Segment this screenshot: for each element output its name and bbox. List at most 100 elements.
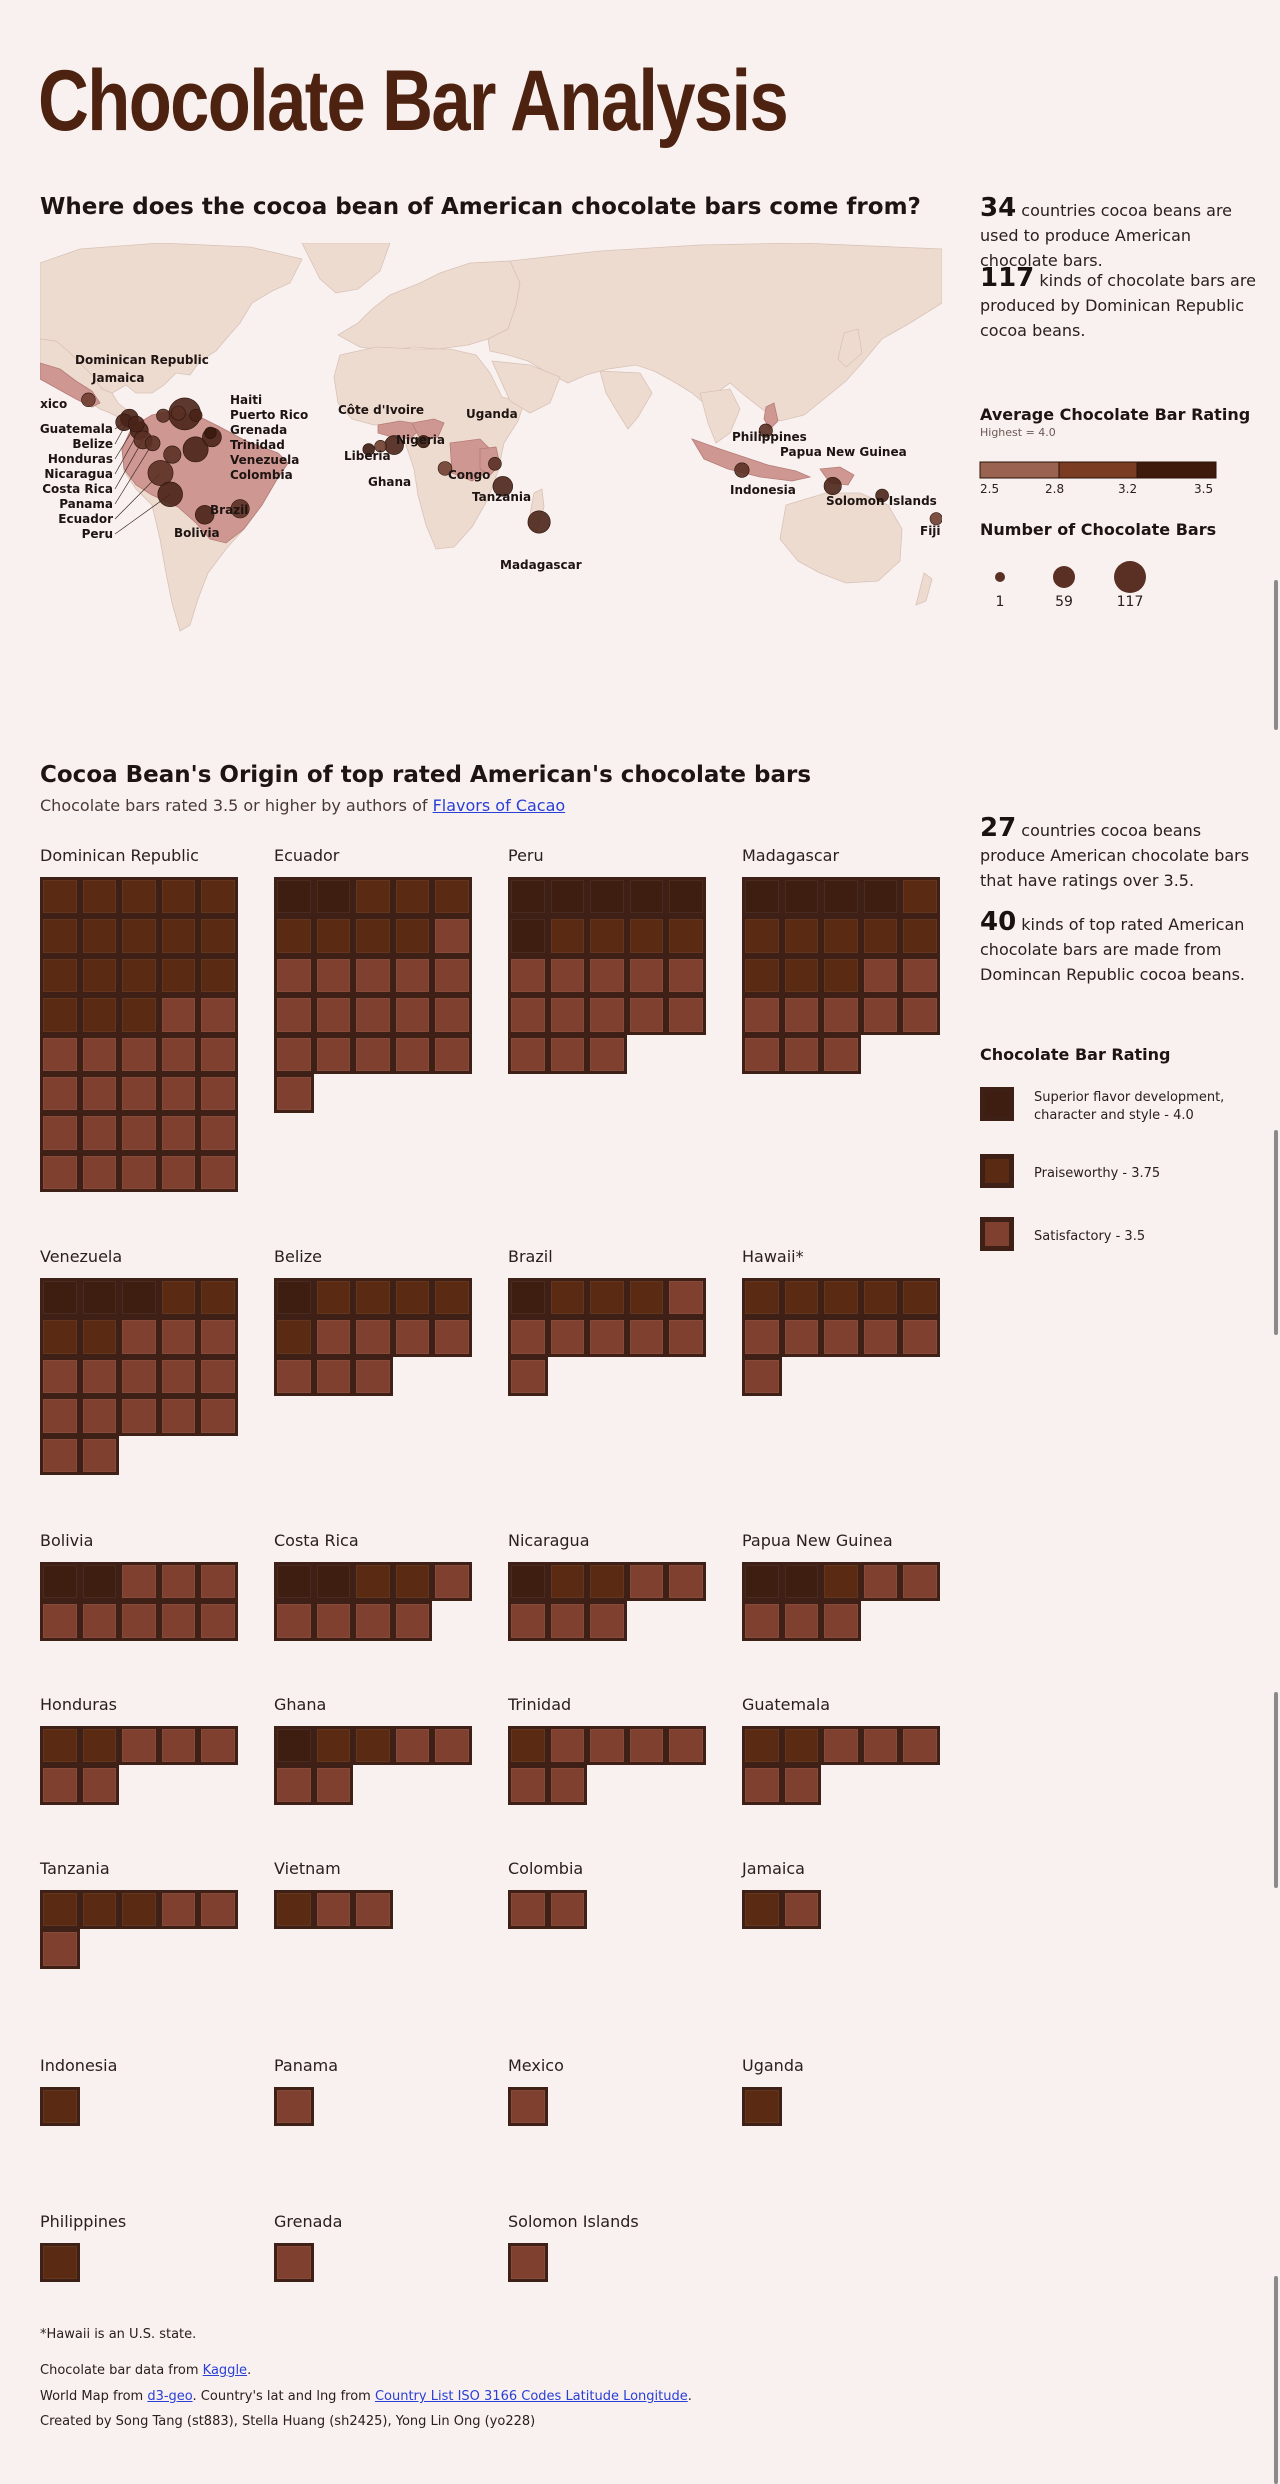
chocolate-piece[interactable] [40, 1726, 80, 1766]
chocolate-piece[interactable] [353, 1890, 393, 1930]
chocolate-piece[interactable] [587, 1562, 627, 1602]
chocolate-piece[interactable] [274, 2087, 314, 2127]
chocolate-piece[interactable] [313, 1890, 354, 1930]
chocolate-piece[interactable] [274, 1034, 314, 1074]
chocolate-piece[interactable] [508, 1356, 548, 1397]
chocolate-piece[interactable] [158, 955, 199, 996]
chocolate-piece[interactable] [742, 877, 782, 917]
chocolate-piece[interactable] [79, 1317, 120, 1357]
chocolate-piece[interactable] [119, 1113, 159, 1153]
chocolate-piece[interactable] [860, 916, 901, 956]
chocolate-piece[interactable] [392, 1278, 433, 1318]
chocolate-piece[interactable] [508, 2243, 548, 2283]
chocolate-piece[interactable] [587, 916, 627, 956]
chocolate-piece[interactable] [860, 1562, 901, 1602]
chocolate-piece[interactable] [900, 955, 940, 996]
bubble-honduras[interactable] [128, 415, 145, 433]
chocolate-piece[interactable] [666, 877, 706, 917]
chocolate-piece[interactable] [40, 1152, 80, 1193]
chocolate-piece[interactable] [781, 1890, 822, 1930]
chocolate-piece[interactable] [40, 2087, 80, 2127]
scrollbar-thumb[interactable] [1274, 580, 1278, 730]
chocolate-piece[interactable] [821, 1601, 861, 1641]
chocolate-piece[interactable] [353, 1601, 393, 1641]
chocolate-piece[interactable] [900, 877, 940, 917]
chocolate-piece[interactable] [353, 955, 393, 996]
bubble-indonesia[interactable] [734, 462, 750, 478]
chocolate-piece[interactable] [274, 1890, 314, 1930]
chocolate-piece[interactable] [119, 1317, 159, 1357]
chocolate-piece[interactable] [198, 1074, 238, 1114]
chocolate-piece[interactable] [508, 1890, 548, 1930]
chocolate-piece[interactable] [353, 1356, 393, 1397]
chocolate-piece[interactable] [40, 995, 80, 1035]
chocolate-piece[interactable] [313, 1726, 354, 1766]
chocolate-piece[interactable] [198, 1113, 238, 1153]
chocolate-piece[interactable] [508, 995, 548, 1035]
chocolate-piece[interactable] [432, 1317, 472, 1357]
chocolate-piece[interactable] [626, 1317, 667, 1357]
d3-geo-link[interactable]: d3-geo [147, 2389, 192, 2404]
chocolate-piece[interactable] [79, 995, 120, 1035]
chocolate-piece[interactable] [79, 1562, 120, 1602]
chocolate-piece[interactable] [742, 1601, 782, 1641]
chocolate-piece[interactable] [198, 1562, 238, 1602]
chocolate-piece[interactable] [313, 877, 354, 917]
chocolate-piece[interactable] [198, 995, 238, 1035]
chocolate-piece[interactable] [547, 916, 588, 956]
chocolate-piece[interactable] [353, 1317, 393, 1357]
chocolate-piece[interactable] [547, 1278, 588, 1318]
chocolate-piece[interactable] [666, 1278, 706, 1318]
chocolate-piece[interactable] [158, 877, 199, 917]
chocolate-piece[interactable] [79, 1435, 120, 1475]
chocolate-piece[interactable] [742, 1765, 782, 1805]
chocolate-piece[interactable] [274, 955, 314, 996]
chocolate-piece[interactable] [781, 995, 822, 1035]
scrollbar-thumb[interactable] [1274, 1692, 1278, 1888]
chocolate-piece[interactable] [79, 1601, 120, 1641]
chocolate-piece[interactable] [666, 916, 706, 956]
chocolate-piece[interactable] [626, 955, 667, 996]
chocolate-piece[interactable] [781, 1601, 822, 1641]
chocolate-piece[interactable] [353, 916, 393, 956]
chocolate-piece[interactable] [119, 1278, 159, 1318]
chocolate-piece[interactable] [274, 877, 314, 917]
chocolate-piece[interactable] [547, 955, 588, 996]
chocolate-piece[interactable] [313, 1034, 354, 1074]
chocolate-piece[interactable] [274, 2243, 314, 2283]
chocolate-piece[interactable] [119, 1396, 159, 1436]
chocolate-piece[interactable] [821, 1278, 861, 1318]
chocolate-piece[interactable] [198, 1726, 238, 1766]
chocolate-piece[interactable] [508, 1765, 548, 1805]
chocolate-piece[interactable] [432, 955, 472, 996]
chocolate-piece[interactable] [313, 1765, 354, 1805]
chocolate-piece[interactable] [79, 916, 120, 956]
chocolate-piece[interactable] [547, 877, 588, 917]
chocolate-piece[interactable] [40, 1890, 80, 1930]
chocolate-piece[interactable] [119, 1890, 159, 1930]
chocolate-piece[interactable] [626, 1562, 667, 1602]
chocolate-piece[interactable] [158, 1396, 199, 1436]
chocolate-piece[interactable] [353, 877, 393, 917]
chocolate-piece[interactable] [508, 1601, 548, 1641]
chocolate-piece[interactable] [353, 995, 393, 1035]
chocolate-piece[interactable] [860, 877, 901, 917]
chocolate-piece[interactable] [508, 1034, 548, 1074]
chocolate-piece[interactable] [158, 1113, 199, 1153]
chocolate-piece[interactable] [40, 877, 80, 917]
chocolate-piece[interactable] [781, 1562, 822, 1602]
chocolate-piece[interactable] [860, 1726, 901, 1766]
chocolate-piece[interactable] [274, 1278, 314, 1318]
chocolate-piece[interactable] [508, 1726, 548, 1766]
chocolate-piece[interactable] [860, 1278, 901, 1318]
bubble-mexico[interactable] [81, 392, 96, 408]
country-list-link[interactable]: Country List ISO 3166 Codes Latitude Lon… [375, 2389, 688, 2404]
chocolate-piece[interactable] [198, 877, 238, 917]
chocolate-piece[interactable] [900, 916, 940, 956]
chocolate-piece[interactable] [587, 1034, 627, 1074]
bubble-grenada[interactable] [204, 426, 217, 440]
chocolate-piece[interactable] [781, 1765, 822, 1805]
chocolate-piece[interactable] [508, 1317, 548, 1357]
chocolate-piece[interactable] [587, 995, 627, 1035]
chocolate-piece[interactable] [742, 1034, 782, 1074]
